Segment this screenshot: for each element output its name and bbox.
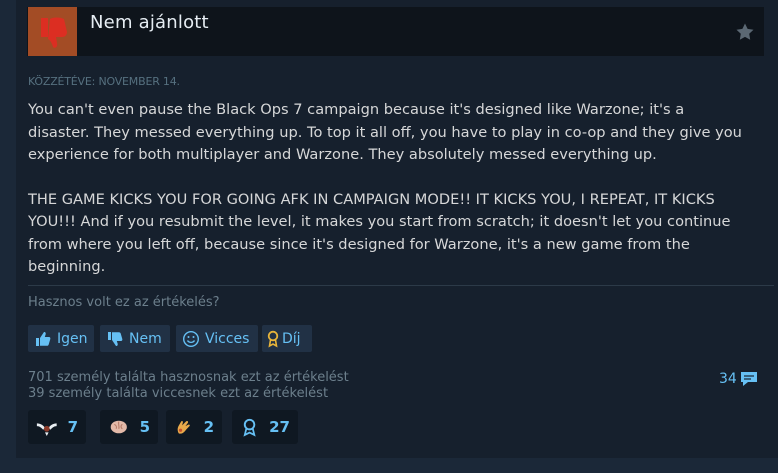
award-ribbon-icon [267,330,279,348]
review-body: You can't even pause the Black Ops 7 cam… [28,99,750,279]
divider [28,285,774,286]
award-count: 7 [67,418,78,436]
award-count: 2 [203,418,214,436]
review-verdict: Nem ajánlott [90,12,209,33]
award-badge[interactable]: 27 [232,410,298,444]
posted-date: KÖZZÉTÉVE: NOVEMBER 14. [28,75,180,88]
vote-no-label: Nem [129,330,162,347]
thumbs-up-icon [36,331,51,346]
star-icon[interactable] [735,22,755,42]
review-stats: 701 személy találta hasznosnak ezt az ér… [28,370,349,402]
funny-count-text: 39 személy találta viccesnek ezt az érté… [28,386,329,401]
vote-no-button[interactable]: Nem [100,325,170,352]
comment-count: 34 [719,371,737,387]
review-paragraph: THE GAME KICKS YOU FOR GOING AFK IN CAMP… [28,190,731,276]
comment-bubble-icon [740,372,757,386]
award-button[interactable]: Díj [262,325,312,352]
hand-icon [177,420,190,434]
comments-link[interactable]: 34 [719,369,759,389]
helpful-count-text: 701 személy találta hasznosnak ezt az ér… [28,370,349,385]
award-badge[interactable]: 5 [100,410,158,444]
award-count: 5 [139,418,150,436]
award-count: 27 [269,418,290,436]
smiley-icon [182,330,200,347]
award-badge[interactable]: 2 [166,410,222,444]
helpful-question: Hasznos volt ez az értékelés? [28,295,220,310]
ribbon-medal-icon [243,418,256,437]
vote-yes-label: Igen [57,330,88,347]
vote-yes-button[interactable]: Igen [28,325,94,352]
thumbs-down-icon [28,7,77,56]
vote-funny-button[interactable]: Vicces [176,325,258,352]
vote-funny-label: Vicces [205,330,250,347]
review-paragraph: You can't even pause the Black Ops 7 cam… [28,101,742,163]
brain-icon [110,420,127,434]
award-label: Díj [282,330,301,347]
thumbs-down-icon [108,331,123,346]
winged-emblem-icon [36,423,57,436]
award-badge[interactable]: 7 [28,410,86,444]
